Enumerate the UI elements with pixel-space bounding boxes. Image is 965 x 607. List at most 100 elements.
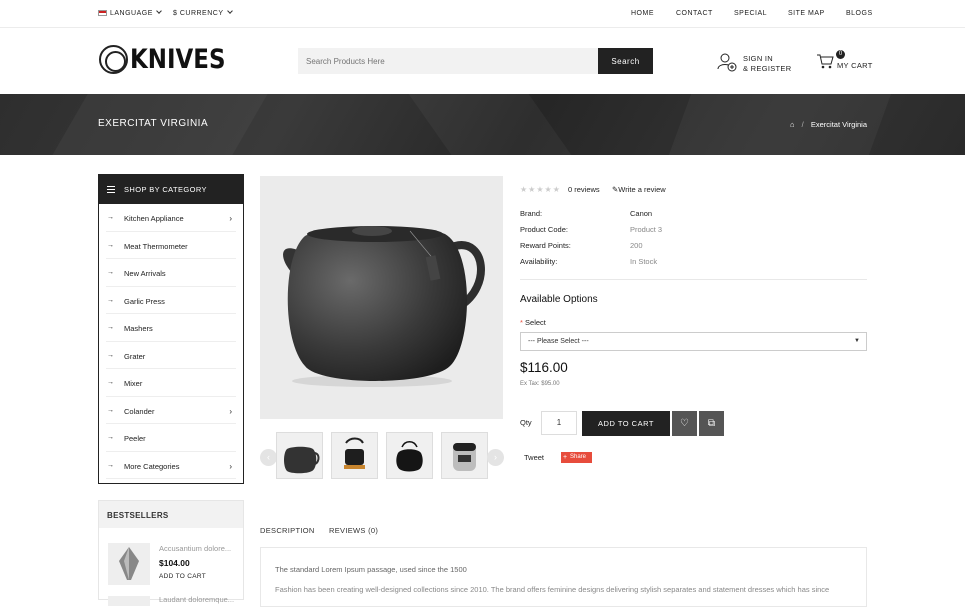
reviews-count[interactable]: 0 reviews (568, 185, 600, 194)
sidebar-item[interactable]: → Kitchen Appliance › (106, 204, 236, 232)
sidebar-item[interactable]: → Mixer (106, 369, 236, 397)
quantity-input[interactable]: 1 (541, 411, 577, 435)
nav-site-map[interactable]: Site Map (788, 10, 825, 17)
arrow-right-icon: → (107, 241, 114, 249)
thumb-prev-button[interactable]: ‹ (260, 449, 277, 466)
currency-dropdown[interactable]: $ Currency (173, 8, 233, 17)
description-panel: The standard Lorem Ipsum passage, used s… (260, 547, 867, 607)
qty-label: Qty (520, 418, 532, 427)
flag-icon (98, 10, 107, 17)
kettle-thumb-image (344, 437, 365, 469)
bestseller-add-to-cart[interactable]: Add To Cart (159, 573, 206, 580)
category-menu: Shop By Category → Kitchen Appliance › → Mea… (98, 174, 244, 484)
spec-label: Product Code: (520, 225, 568, 234)
search-button[interactable]: Search (598, 48, 653, 74)
select-label: * Select (520, 318, 546, 327)
cart-count-badge: 0 (836, 50, 845, 59)
description-line-1: The standard Lorem Ipsum passage, used s… (275, 565, 467, 574)
tab-description[interactable]: Description (260, 526, 315, 535)
tab-reviews[interactable]: Reviews (0) (329, 526, 378, 535)
arrow-right-icon: → (107, 406, 114, 414)
sidebar-item[interactable]: → New Arrivals (106, 259, 236, 287)
description-line-2: Fashion has been creating well-designed … (275, 585, 830, 594)
cast-iron-pot-thumb-image (396, 441, 423, 472)
logo[interactable]: KNIVES (130, 44, 226, 75)
thumbnail-4[interactable] (441, 432, 488, 479)
peeler-image (119, 547, 139, 580)
spec-value[interactable]: Canon (630, 209, 652, 218)
chevron-right-icon: › (229, 214, 232, 223)
product-price: $116.00 (520, 360, 568, 375)
arrow-right-icon: → (107, 296, 114, 304)
arrow-right-icon: → (107, 269, 114, 276)
product-thumbnail[interactable] (108, 596, 150, 606)
product-main-image[interactable] (260, 176, 503, 419)
thumbnail-3[interactable] (386, 432, 433, 479)
user-add-icon[interactable] (717, 52, 737, 72)
home-icon[interactable]: ⌂ (790, 120, 795, 129)
search-input[interactable] (298, 48, 598, 74)
language-dropdown[interactable]: Language (98, 8, 162, 17)
cart-icon[interactable] (816, 52, 834, 70)
chevron-right-icon: › (229, 461, 232, 471)
compare-button[interactable]: ⧉ (699, 411, 724, 436)
nav-blogs[interactable]: Blogs (846, 10, 873, 17)
rating-stars: ★★★★★ (520, 185, 561, 194)
bestsellers-panel: Bestsellers Accusantium dolore... $104.0… (98, 500, 244, 606)
nav-contact[interactable]: Contact (676, 10, 713, 17)
category-header: Shop By Category (99, 175, 243, 204)
teapot-image (283, 226, 485, 387)
sidebar-item-label: Colander (124, 406, 155, 416)
bestsellers-title: Bestsellers (99, 501, 243, 528)
sidebar-item-label: New Arrivals (124, 269, 166, 278)
heart-icon: ♡ (680, 418, 689, 429)
sidebar-item[interactable]: → Grater (106, 342, 236, 369)
arrow-right-icon: → (107, 351, 114, 359)
wishlist-button[interactable]: ♡ (672, 411, 697, 436)
sidebar-item[interactable]: → Peeler (106, 424, 236, 452)
my-cart-link[interactable]: My Cart (837, 61, 873, 71)
arrow-right-icon: → (107, 324, 114, 331)
ex-tax: Ex Tax: $95.00 (520, 381, 560, 387)
thumb-next-button[interactable]: › (487, 449, 504, 466)
product-thumbnail[interactable] (108, 543, 150, 585)
menu-icon (107, 186, 115, 193)
add-to-cart-button[interactable]: Add To Cart (582, 411, 670, 436)
chevron-down-icon (156, 8, 162, 14)
arrow-right-icon: → (107, 214, 114, 221)
sidebar-item[interactable]: → Meat Thermometer (106, 232, 236, 259)
bestseller-price: $104.00 (159, 558, 190, 568)
chevron-down-icon (226, 8, 233, 14)
compare-icon: ⧉ (707, 418, 716, 429)
share-button[interactable]: Share (561, 452, 592, 463)
pressure-cooker-thumb-image (453, 443, 476, 471)
divider (520, 279, 867, 280)
sidebar-item[interactable]: → Garlic Press (106, 287, 236, 314)
sidebar-item-label: Mashers (124, 324, 153, 333)
nav-special[interactable]: Special (734, 10, 767, 17)
nav-home[interactable]: Home (631, 10, 654, 17)
breadcrumb-current[interactable]: Exercitat Virginia (811, 120, 867, 129)
sidebar-item[interactable]: → More Categories › (106, 452, 236, 479)
sign-in-link[interactable]: Sign In & Register (743, 54, 791, 74)
thumbnail-2[interactable] (331, 432, 378, 479)
spec-value: Product 3 (630, 225, 663, 234)
sidebar-item-label: More Categories (124, 461, 180, 471)
option-select[interactable]: --- Please Select --- ▼ (520, 332, 867, 351)
bestseller-name[interactable]: Accusantium dolore... (159, 544, 231, 553)
spec-value: 200 (630, 241, 643, 250)
sidebar-item-label: Peeler (124, 434, 146, 443)
spec-label: Brand: (520, 209, 543, 218)
thumbnail-1[interactable] (276, 432, 323, 479)
sidebar-item[interactable]: → Colander › (106, 397, 236, 424)
sidebar-item[interactable]: → Mashers (106, 314, 236, 342)
logo-mark[interactable] (99, 45, 128, 74)
tweet-button[interactable]: Tweet (524, 453, 544, 462)
top-bar: Language $ Currency Home Contact Special… (0, 0, 965, 28)
spec-label: Availability: (520, 257, 558, 266)
arrow-right-icon: → (107, 434, 114, 441)
write-review-link[interactable]: ✎Write a review (612, 185, 666, 194)
page-title: Exercitat Virginia (98, 118, 209, 129)
options-title: Available Options (520, 294, 598, 305)
sidebar-item-label: Mixer (124, 379, 143, 388)
